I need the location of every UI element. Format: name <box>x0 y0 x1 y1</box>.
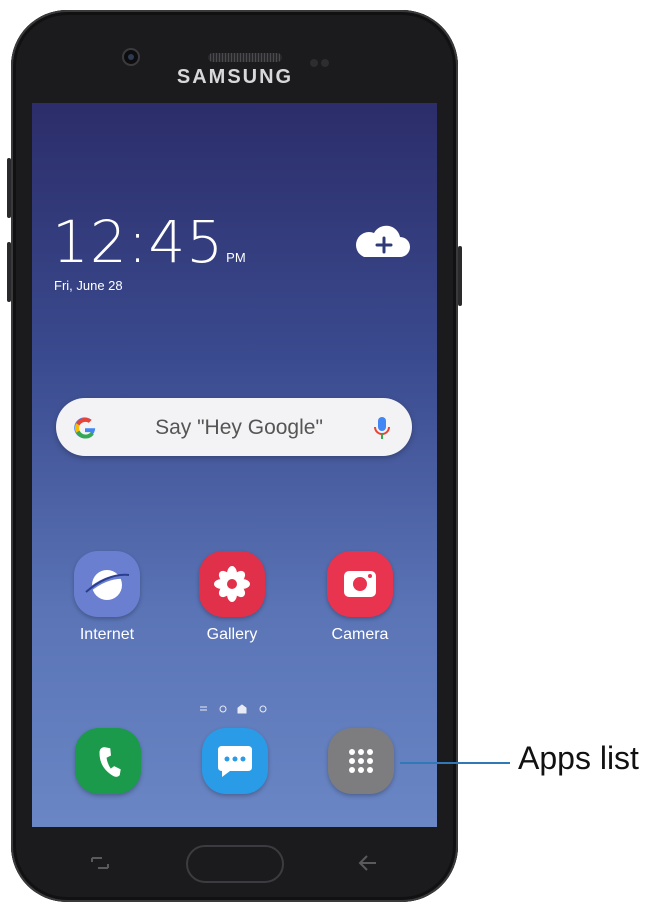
earpiece-speaker <box>208 53 282 62</box>
callout-line <box>400 762 510 764</box>
google-search-bar[interactable]: Say "Hey Google" <box>56 398 412 456</box>
callout-label: Apps list <box>518 740 639 776</box>
clock: 12:45 PM <box>52 208 246 276</box>
proximity-sensors <box>310 54 332 67</box>
clock-time: 12:45 <box>52 208 225 276</box>
app-gallery[interactable]: Gallery <box>187 551 277 644</box>
internet-icon <box>74 551 140 617</box>
clock-date: Fri, June 28 <box>54 278 123 293</box>
apps-grid-icon[interactable] <box>328 728 394 794</box>
search-placeholder: Say "Hey Google" <box>155 416 323 439</box>
phone-icon[interactable] <box>75 728 141 794</box>
camera-icon <box>327 551 393 617</box>
home-screen: 12:45PM Fri, June 28 Say "Hey Google" I <box>32 103 437 827</box>
volume-button[interactable] <box>7 242 11 302</box>
messages-icon[interactable] <box>202 728 268 794</box>
bixby-button[interactable] <box>7 158 11 218</box>
microphone-icon[interactable] <box>372 413 392 443</box>
cloud-plus-icon[interactable] <box>350 221 412 261</box>
app-label-internet: Internet <box>79 626 135 643</box>
app-internet[interactable]: Internet <box>62 551 152 644</box>
app-label-camera: Camera <box>331 626 389 643</box>
brand-logo: SAMSUNG <box>176 66 294 88</box>
back-icon[interactable] <box>356 852 380 874</box>
page-indicator[interactable] <box>198 704 278 714</box>
recent-apps-icon[interactable] <box>88 852 112 874</box>
power-button[interactable] <box>458 246 462 306</box>
clock-ampm: PM <box>226 250 246 265</box>
app-label-gallery: Gallery <box>206 626 258 643</box>
home-button[interactable] <box>186 845 284 883</box>
front-camera-icon <box>124 50 138 64</box>
app-camera[interactable]: Camera <box>315 551 405 644</box>
gallery-icon <box>199 551 265 617</box>
